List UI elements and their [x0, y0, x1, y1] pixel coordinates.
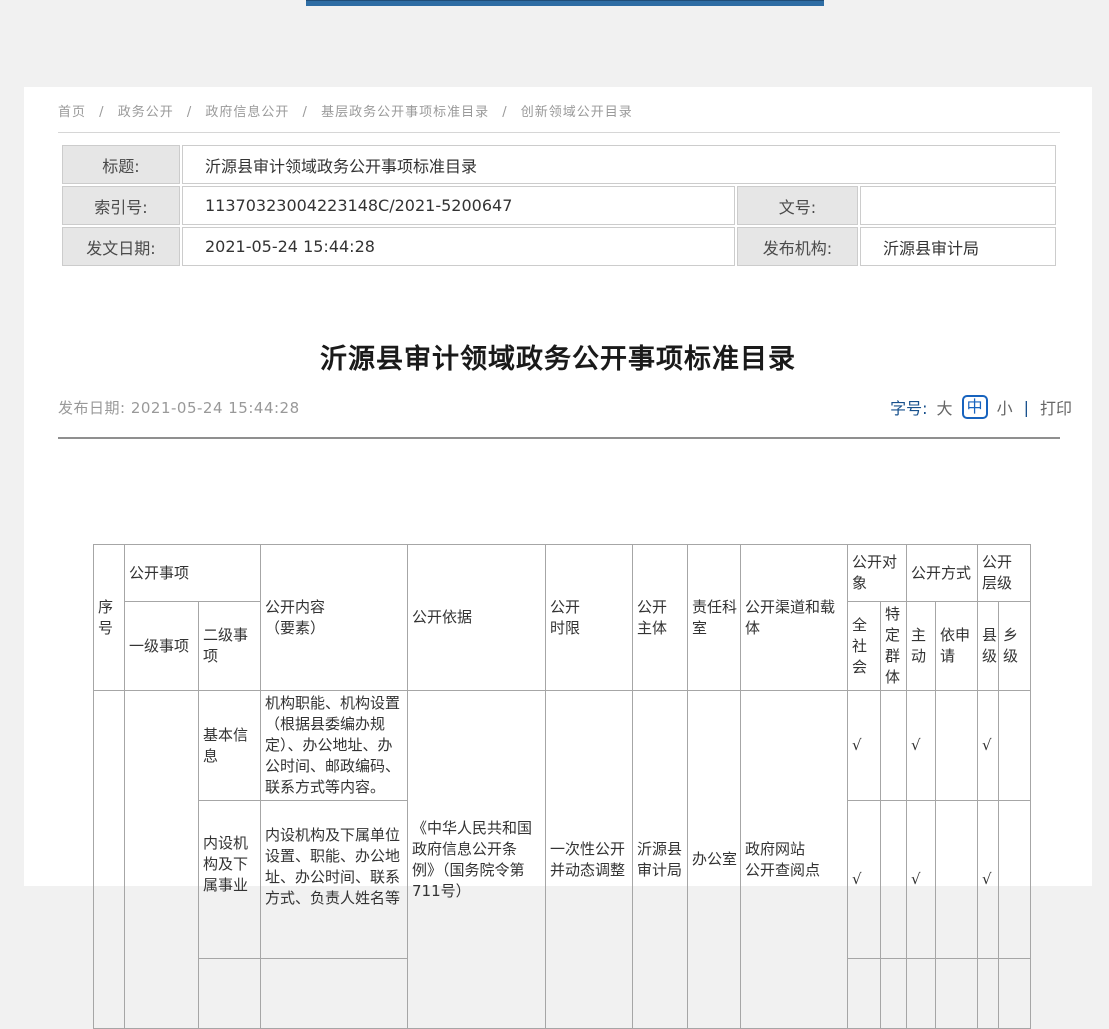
check-whole-society: √ — [848, 691, 881, 801]
font-large-button[interactable]: 大 — [937, 395, 953, 419]
check-upon-request — [936, 691, 978, 801]
breadcrumb-separator: / — [99, 105, 104, 120]
th-proactive: 主 动 — [907, 602, 936, 691]
cell-second-level: 基本信 息 — [199, 691, 261, 801]
check-township-level — [999, 801, 1031, 959]
check-whole-society: √ — [848, 801, 881, 959]
cell-channels: 政府网站 公开查阅点 — [741, 691, 848, 1029]
catalog-header-row-1: 序 号 公开事项 公开内容 （要素） 公开依据 公开 时限 公开 主体 责任科 … — [94, 545, 1031, 602]
meta-docno-value — [860, 186, 1056, 225]
cell-content — [261, 959, 408, 1029]
meta-index-value: 11370323004223148C/2021-5200647 — [182, 186, 735, 225]
page-title: 沂源县审计领域政务公开事项标准目录 — [24, 337, 1092, 376]
cell-second-level: 内设机 构及下 属事业 — [199, 801, 261, 959]
th-township-level: 乡 级 — [999, 602, 1031, 691]
cell-content: 机构职能、机构设置 （根据县委编办规 定）、办公地址、办 公时间、邮政编码、 联… — [261, 691, 408, 801]
check-upon-request — [936, 959, 978, 1029]
check-proactive: √ — [907, 691, 936, 801]
th-public-method: 公开方式 — [907, 545, 978, 602]
th-public-basis: 公开依据 — [408, 545, 546, 691]
title-divider — [58, 437, 1060, 439]
th-public-matters: 公开事项 — [125, 545, 261, 602]
check-county-level — [978, 959, 999, 1029]
check-township-level — [999, 691, 1031, 801]
breadcrumb-current[interactable]: 创新领域公开目录 — [521, 105, 633, 120]
th-public-content: 公开内容 （要素） — [261, 545, 408, 691]
cell-basis: 《中华人民共和国 政府信息公开条 例》（国务院令第 711号） — [408, 691, 546, 1029]
breadcrumb-separator: / — [303, 105, 308, 120]
check-county-level: √ — [978, 801, 999, 959]
meta-title-value: 沂源县审计领域政务公开事项标准目录 — [182, 145, 1056, 184]
th-serial-number: 序 号 — [94, 545, 125, 691]
check-proactive: √ — [907, 801, 936, 959]
meta-date-label: 发文日期: — [62, 227, 180, 266]
breadcrumb: 首页 / 政务公开 / 政府信息公开 / 基层政务公开事项标准目录 / 创新领域… — [58, 101, 633, 120]
print-button[interactable]: 打印 — [1040, 395, 1072, 419]
th-specific-groups: 特 定 群 体 — [881, 602, 907, 691]
check-township-level — [999, 959, 1031, 1029]
cell-subject: 沂源县 审计局 — [633, 691, 688, 1029]
th-county-level: 县 级 — [978, 602, 999, 691]
font-size-controls: 字号: 大 中 小 | 打印 — [890, 395, 1072, 419]
catalog-table: 序 号 公开事项 公开内容 （要素） 公开依据 公开 时限 公开 主体 责任科 … — [93, 544, 1031, 1029]
publish-date: 发布日期: 2021-05-24 15:44:28 — [58, 397, 300, 418]
breadcrumb-zwgk[interactable]: 政务公开 — [118, 105, 174, 120]
check-specific-groups — [881, 959, 907, 1029]
th-upon-request: 依申 请 — [936, 602, 978, 691]
check-proactive — [907, 959, 936, 1029]
meta-index-label: 索引号: — [62, 186, 180, 225]
breadcrumb-zfxxgk[interactable]: 政府信息公开 — [205, 105, 289, 120]
breadcrumb-divider — [58, 132, 1060, 133]
meta-agency-value: 沂源县审计局 — [860, 227, 1056, 266]
meta-title-label: 标题: — [62, 145, 180, 184]
meta-agency-label: 发布机构: — [737, 227, 858, 266]
check-upon-request — [936, 801, 978, 959]
meta-row-date: 发文日期: 2021-05-24 15:44:28 发布机构: 沂源县审计局 — [62, 227, 1056, 266]
th-whole-society: 全社 会 — [848, 602, 881, 691]
table-row: 基本信 息 机构职能、机构设置 （根据县委编办规 定）、办公地址、办 公时间、邮… — [94, 691, 1031, 801]
th-channels-carriers: 公开渠道和载 体 — [741, 545, 848, 691]
breadcrumb-separator: / — [187, 105, 192, 120]
th-second-level-matter: 二级事 项 — [199, 602, 261, 691]
meta-row-title: 标题: 沂源县审计领域政务公开事项标准目录 — [62, 145, 1056, 184]
cell-second-level — [199, 959, 261, 1029]
breadcrumb-separator: / — [502, 105, 507, 120]
th-public-subject: 公开 主体 — [633, 545, 688, 691]
check-county-level: √ — [978, 691, 999, 801]
font-medium-button[interactable]: 中 — [962, 395, 988, 419]
divider-bar: | — [1024, 398, 1029, 417]
top-nav-bar-fragment — [306, 0, 824, 6]
cell-first-level — [125, 691, 199, 1029]
cell-section: 办公室 — [688, 691, 741, 1029]
font-small-button[interactable]: 小 — [997, 395, 1013, 419]
breadcrumb-home[interactable]: 首页 — [58, 105, 86, 120]
th-public-target: 公开对 象 — [848, 545, 907, 602]
meta-date-value: 2021-05-24 15:44:28 — [182, 227, 735, 266]
cell-time-limit: 一次性公开 并动态调整 — [546, 691, 633, 1029]
meta-row-index: 索引号: 11370323004223148C/2021-5200647 文号: — [62, 186, 1056, 225]
th-first-level-matter: 一级事项 — [125, 602, 199, 691]
cell-content: 内设机构及下属单位 设置、职能、办公地 址、办公时间、联系 方式、负责人姓名等 — [261, 801, 408, 959]
publish-row: 发布日期: 2021-05-24 15:44:28 字号: 大 中 小 | 打印 — [58, 395, 1072, 419]
th-public-level: 公开 层级 — [978, 545, 1031, 602]
content-panel: 首页 / 政务公开 / 政府信息公开 / 基层政务公开事项标准目录 / 创新领域… — [24, 87, 1092, 886]
cell-serial — [94, 691, 125, 1029]
breadcrumb-jczwgk[interactable]: 基层政务公开事项标准目录 — [321, 105, 489, 120]
check-specific-groups — [881, 691, 907, 801]
th-responsible-section: 责任科 室 — [688, 545, 741, 691]
document-meta-table: 标题: 沂源县审计领域政务公开事项标准目录 索引号: 1137032300422… — [60, 143, 1058, 268]
meta-docno-label: 文号: — [737, 186, 858, 225]
check-whole-society — [848, 959, 881, 1029]
check-specific-groups — [881, 801, 907, 959]
font-size-label: 字号: — [890, 395, 927, 419]
th-public-time-limit: 公开 时限 — [546, 545, 633, 691]
